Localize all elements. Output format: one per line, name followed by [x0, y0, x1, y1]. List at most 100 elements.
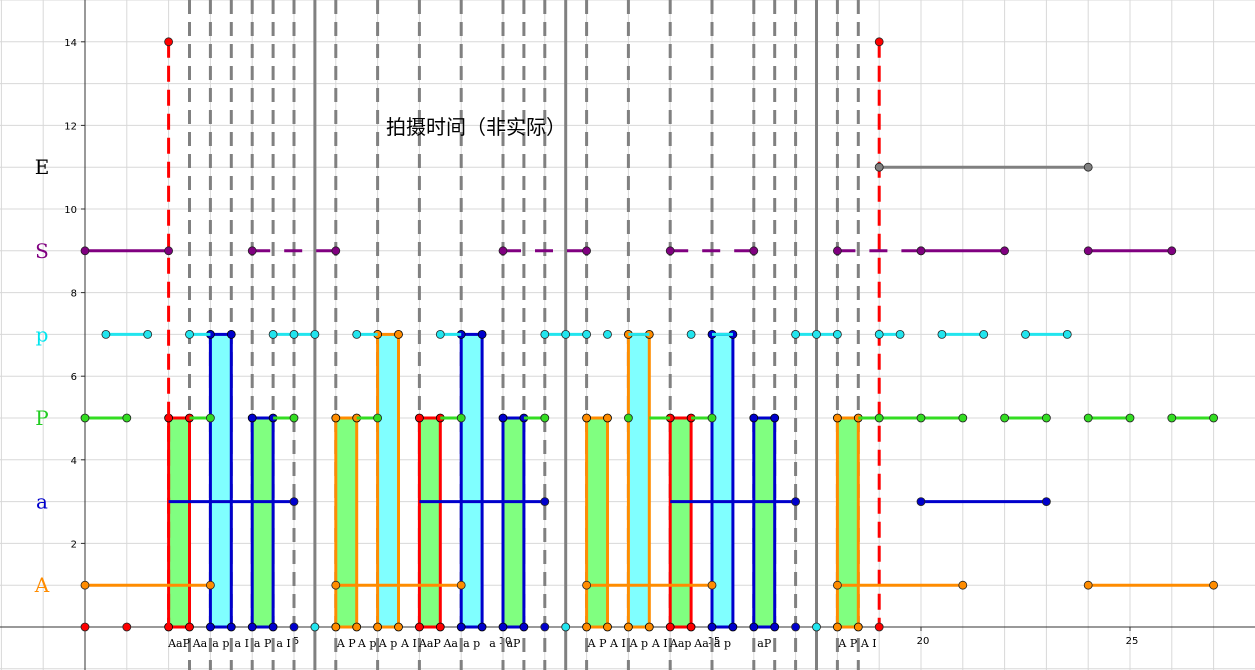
data-point	[540, 497, 550, 507]
bar-vertex-point	[331, 413, 341, 423]
data-point	[373, 413, 383, 423]
data-point	[1042, 413, 1051, 423]
bar	[752, 416, 777, 629]
bar-vertex-point	[435, 622, 445, 632]
bottom-label: Aa	[442, 637, 458, 650]
x-tick-label: 20	[917, 636, 930, 647]
bar	[376, 332, 401, 629]
bar	[250, 416, 275, 629]
bar	[668, 416, 693, 629]
data-point	[1000, 413, 1009, 423]
row-label: p	[36, 322, 49, 346]
bottom-label: a	[489, 637, 496, 650]
data-point	[80, 246, 90, 256]
bottom-label: AaP	[418, 637, 442, 650]
data-point	[874, 413, 884, 423]
data-point	[895, 329, 905, 339]
bar-vertex-point	[582, 622, 591, 632]
data-point	[331, 246, 341, 256]
chart-container: 2 4 6 8 10 12 14 5 10 15 20 25 E Sp Pa A 拍摄时间（非实际） AaP Aa a…	[0, 0, 1255, 670]
data-point	[540, 622, 550, 632]
data-point	[205, 413, 215, 423]
bar-vertex-point	[226, 329, 236, 339]
bar-vertex-point	[833, 622, 842, 632]
data-point	[1021, 329, 1030, 339]
data-point	[122, 413, 132, 423]
data-point	[916, 497, 926, 507]
bottom-label: A I	[860, 637, 877, 650]
data-point	[205, 580, 215, 590]
data-point	[331, 580, 341, 590]
y-tick-label: 4	[71, 456, 77, 467]
row-label: A	[34, 573, 50, 597]
timeline-chart: 24681012145 10 15 20 25ESpPaA拍摄时间（非实际）AaP Aa a…	[0, 0, 1255, 670]
data-point	[352, 329, 362, 339]
data-point	[812, 622, 821, 632]
bar-vertex-point	[498, 622, 508, 632]
y-tick-label: 8	[71, 289, 77, 300]
data-point	[498, 246, 508, 256]
data-point	[979, 329, 989, 339]
bar-vertex-point	[498, 413, 508, 423]
bottom-label: a I	[235, 637, 249, 650]
data-point	[1062, 329, 1072, 339]
bottom-label: A I	[651, 637, 668, 650]
data-point	[1167, 413, 1177, 423]
data-point	[833, 329, 842, 339]
data-point	[707, 580, 717, 590]
data-point	[80, 622, 90, 632]
x-tick-label: 25	[1126, 636, 1139, 647]
data-point	[791, 497, 800, 507]
data-point	[435, 329, 445, 339]
annotation-label: 拍摄时间（非实际）	[386, 115, 566, 139]
bottom-label: a p	[714, 637, 731, 650]
bottom-label: a P	[254, 637, 272, 650]
row-label: E	[35, 155, 50, 179]
bar-vertex-point	[268, 622, 278, 632]
bottom-label: a p	[463, 637, 480, 650]
bar-vertex-point	[414, 413, 424, 423]
data-point	[874, 622, 884, 632]
y-tick-label: 2	[71, 539, 77, 550]
data-point	[1083, 580, 1093, 590]
y-tick-label: 12	[64, 121, 77, 132]
data-point	[791, 329, 800, 339]
data-point	[289, 329, 299, 339]
bottom-label: A p	[357, 637, 376, 650]
data-point	[540, 329, 550, 339]
bar-vertex-point	[770, 413, 780, 423]
bar	[167, 416, 192, 629]
bar-vertex-point	[728, 622, 738, 632]
bar-vertex-point	[185, 622, 194, 632]
bar-vertex-point	[247, 622, 257, 632]
bottom-label: A P	[336, 637, 356, 650]
data-point	[791, 622, 800, 632]
data-point	[289, 622, 299, 632]
data-point	[456, 413, 466, 423]
data-point	[143, 329, 153, 339]
bar	[626, 332, 651, 629]
bar	[417, 416, 442, 629]
bar	[835, 416, 860, 629]
row-label: P	[35, 406, 48, 430]
data-point	[1209, 580, 1218, 590]
bar-vertex-point	[205, 622, 215, 632]
data-point	[874, 162, 884, 172]
data-point	[1209, 413, 1218, 423]
bar-vertex-point	[582, 413, 591, 423]
data-point	[289, 497, 299, 507]
y-tick-label: 6	[71, 372, 77, 383]
data-point	[582, 580, 591, 590]
data-point	[1000, 246, 1009, 256]
data-point	[833, 246, 842, 256]
bottom-label: A I	[400, 637, 417, 650]
bar-vertex-point	[456, 622, 466, 632]
bar-vertex-point	[707, 622, 717, 632]
bottom-label: A I	[609, 637, 626, 650]
data-point	[540, 413, 550, 423]
bottom-label: aP	[757, 637, 772, 650]
bar-vertex-point	[686, 622, 696, 632]
bar-vertex-point	[477, 622, 487, 632]
data-point	[624, 413, 633, 423]
data-point	[1083, 246, 1093, 256]
